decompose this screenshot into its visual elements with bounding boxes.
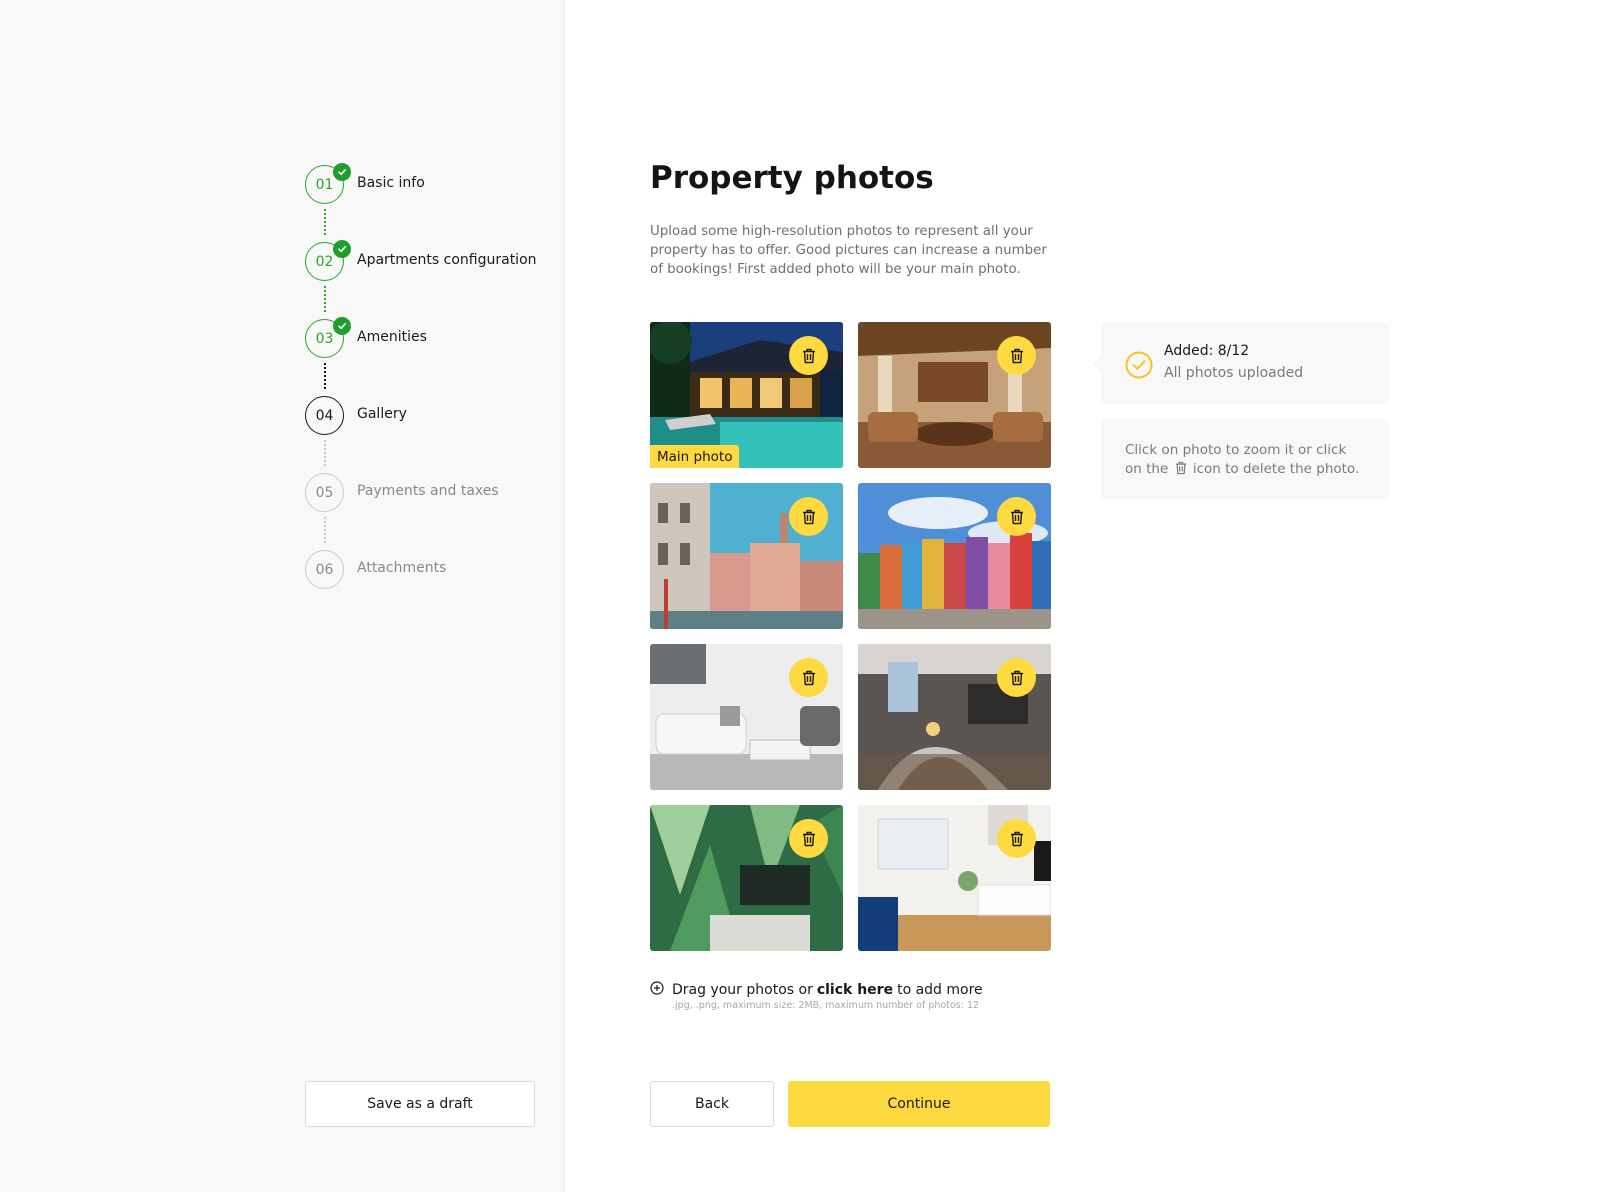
trash-icon xyxy=(1175,461,1187,481)
add-photos-link[interactable]: click here xyxy=(817,982,893,998)
check-circle-icon xyxy=(1125,351,1153,383)
check-icon xyxy=(333,240,351,258)
add-photos-suffix: to add more xyxy=(897,982,983,998)
delete-photo-button[interactable] xyxy=(997,336,1036,375)
trash-icon xyxy=(802,509,815,524)
save-draft-button[interactable]: Save as a draft xyxy=(305,1081,535,1127)
main-photo-badge: Main photo xyxy=(650,445,740,468)
delete-photo-button[interactable] xyxy=(789,658,828,697)
delete-photo-button[interactable] xyxy=(789,336,828,375)
step-label: Attachments xyxy=(357,560,447,576)
page-description: Upload some high-resolution photos to re… xyxy=(650,224,1047,277)
step-connector xyxy=(323,363,326,389)
check-icon xyxy=(333,163,351,181)
step-number: 04 xyxy=(305,396,344,435)
delete-photo-button[interactable] xyxy=(789,497,828,536)
step-label: Apartments configuration xyxy=(357,252,537,268)
trash-icon xyxy=(802,670,815,685)
photo-thumbnail[interactable] xyxy=(650,483,843,629)
photo-thumbnail[interactable] xyxy=(650,805,843,951)
trash-icon xyxy=(1010,509,1023,524)
step-label: Gallery xyxy=(357,406,407,422)
trash-icon xyxy=(1010,348,1023,363)
add-photos-prefix: Drag your photos or xyxy=(672,982,813,998)
hint-text-end: icon to delete the photo. xyxy=(1192,461,1360,477)
trash-icon xyxy=(802,831,815,846)
photo-thumbnail[interactable] xyxy=(858,805,1051,951)
photo-thumbnail[interactable] xyxy=(858,483,1051,629)
photo-thumbnail[interactable] xyxy=(858,322,1051,468)
step-connector xyxy=(323,286,326,312)
delete-photo-button[interactable] xyxy=(997,658,1036,697)
delete-photo-button[interactable] xyxy=(997,497,1036,536)
step-connector xyxy=(323,517,326,543)
upload-status-card: Added: 8/12 All photos uploaded xyxy=(1093,322,1389,404)
continue-button[interactable]: Continue xyxy=(788,1081,1050,1127)
step-connector xyxy=(323,440,326,466)
trash-icon xyxy=(1010,831,1023,846)
step-label: Payments and taxes xyxy=(357,483,499,499)
trash-icon xyxy=(1010,670,1023,685)
delete-photo-button[interactable] xyxy=(789,819,828,858)
step-label: Basic info xyxy=(357,175,425,191)
plus-circle-icon xyxy=(650,981,664,999)
back-button[interactable]: Back xyxy=(650,1081,774,1127)
delete-photo-button[interactable] xyxy=(997,819,1036,858)
check-icon xyxy=(333,317,351,335)
page-title: Property photos xyxy=(650,160,934,196)
trash-icon xyxy=(802,348,815,363)
step-connector xyxy=(323,209,326,235)
delete-hint-card: Click on photo to zoom it or click on th… xyxy=(1101,419,1389,499)
photo-thumbnail[interactable] xyxy=(650,644,843,790)
step-number: 05 xyxy=(305,473,344,512)
step-number: 06 xyxy=(305,550,344,589)
upload-status-text: All photos uploaded xyxy=(1164,365,1304,381)
added-count: Added: 8/12 xyxy=(1164,343,1250,359)
sidebar: 01 Basic info 02 Apartments configuratio… xyxy=(0,0,565,1192)
file-requirements: .jpg, .png, maximum size: 2MB, maximum n… xyxy=(672,1000,980,1011)
photo-thumbnail[interactable]: Main photo xyxy=(650,322,843,468)
photo-thumbnail[interactable] xyxy=(858,644,1051,790)
step-label: Amenities xyxy=(357,329,427,345)
add-photos-dropzone[interactable]: Drag your photos or click here to add mo… xyxy=(650,981,983,999)
